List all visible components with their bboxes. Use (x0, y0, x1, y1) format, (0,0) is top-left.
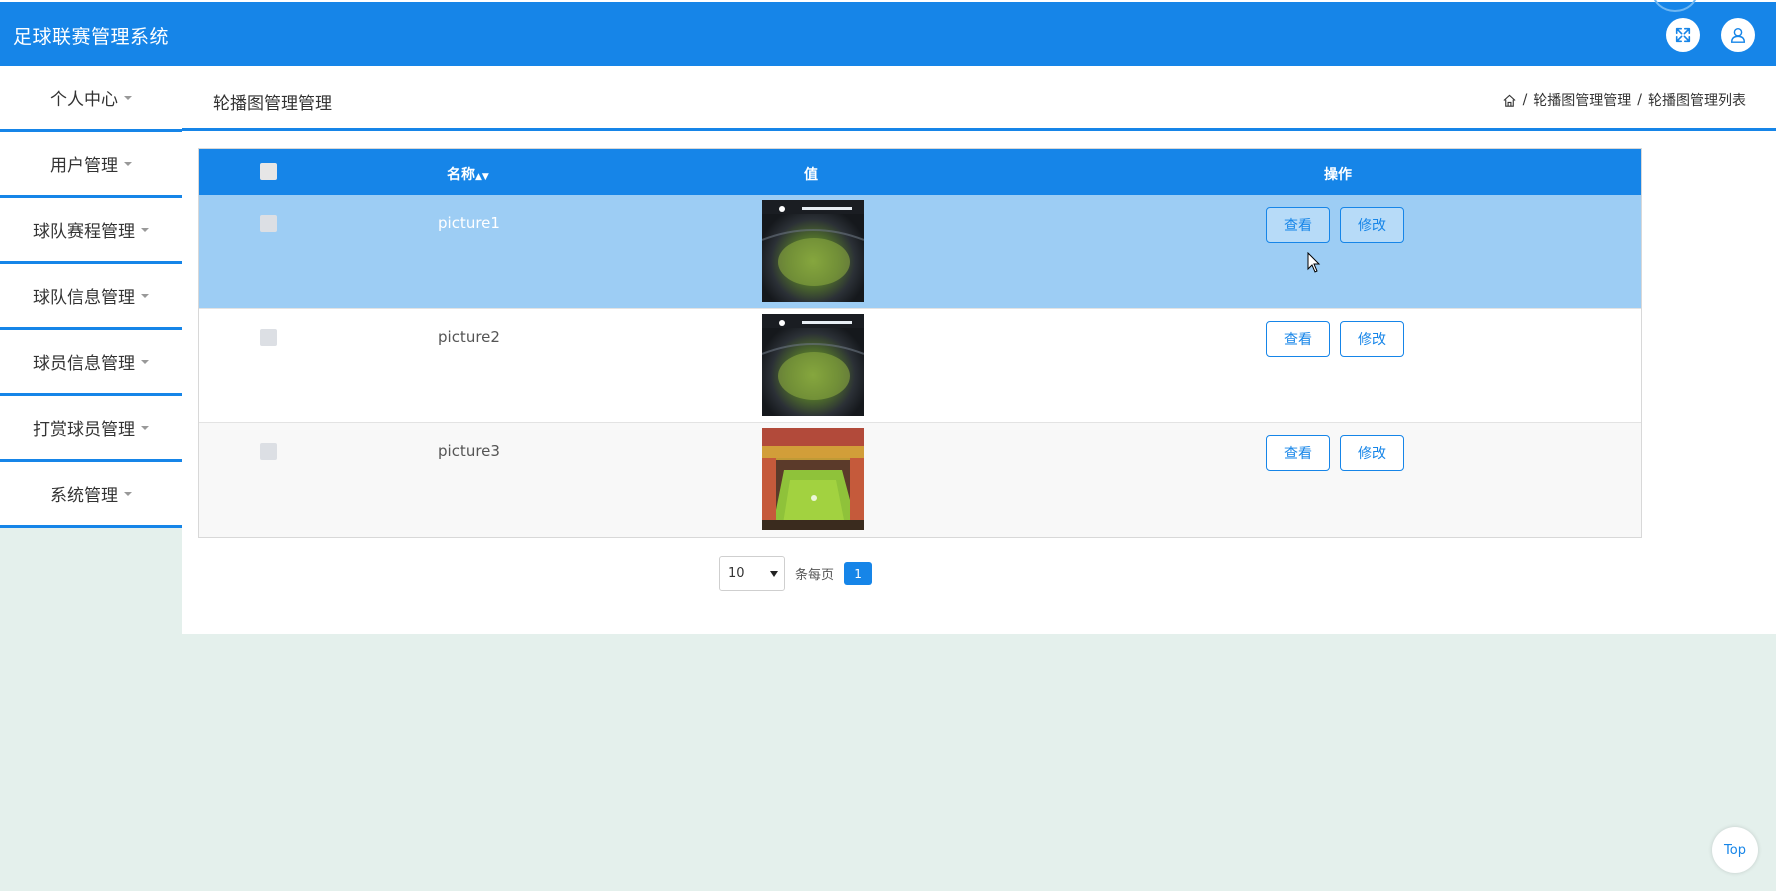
column-header-label: 名称 (447, 167, 475, 183)
sidebar-item-team-schedule[interactable]: 球队赛程管理 (0, 198, 182, 264)
view-button[interactable]: 查看 (1266, 321, 1330, 357)
stadium-day-image (762, 428, 864, 530)
sidebar-item-label: 球员信息管理 (33, 354, 135, 374)
row-name: picture1 (438, 214, 500, 232)
row-name: picture2 (438, 328, 500, 346)
fullscreen-button[interactable] (1666, 18, 1700, 52)
column-header-name[interactable]: 名称▲▼ (447, 164, 489, 184)
sidebar-item-user-management[interactable]: 用户管理 (0, 132, 182, 198)
header-decoration (1652, 0, 1698, 12)
row-checkbox[interactable] (260, 215, 277, 232)
select-all-checkbox[interactable] (260, 163, 277, 180)
stadium-night-image (762, 200, 864, 302)
page-number-button[interactable]: 1 (844, 562, 873, 585)
column-header-ops: 操作 (1324, 167, 1352, 183)
edit-button[interactable]: 修改 (1340, 207, 1404, 243)
edit-button[interactable]: 修改 (1340, 321, 1404, 357)
sidebar-item-personal-center[interactable]: 个人中心 (0, 66, 182, 132)
pagination: 10 条每页 1 (719, 556, 873, 591)
column-header-value: 值 (804, 167, 818, 183)
view-button[interactable]: 查看 (1266, 207, 1330, 243)
table-header: 名称▲▼ 值 操作 (199, 149, 1641, 195)
data-table: 名称▲▼ 值 操作 picture1 查看 修改 picture2 查看 修改 … (198, 148, 1642, 538)
breadcrumb-level1[interactable]: 轮播图管理管理 (1533, 90, 1631, 110)
sidebar-item-label: 个人中心 (50, 90, 118, 110)
sidebar: 个人中心 用户管理 球队赛程管理 球队信息管理 球员信息管理 打赏球员管理 系统… (0, 66, 182, 528)
sidebar-item-label: 用户管理 (50, 156, 118, 176)
page-title: 轮播图管理管理 (213, 94, 332, 114)
back-to-top-button[interactable]: Top (1712, 827, 1758, 873)
caret-down-icon (124, 491, 132, 496)
sidebar-item-label: 系统管理 (50, 486, 118, 506)
caret-down-icon (124, 161, 132, 166)
chevron-down-icon (770, 570, 778, 577)
breadcrumb-separator: / (1522, 92, 1528, 108)
sidebar-item-label: 打赏球员管理 (33, 420, 135, 440)
page-header: 轮播图管理管理 / 轮播图管理管理 / 轮播图管理列表 (182, 66, 1776, 131)
table-row[interactable]: picture3 查看 修改 (199, 423, 1641, 537)
table-row[interactable]: picture2 查看 修改 (199, 309, 1641, 423)
page-size-value: 10 (728, 566, 745, 581)
caret-down-icon (141, 425, 149, 430)
top-header: 足球联赛管理系统 (0, 0, 1776, 66)
sidebar-item-team-info[interactable]: 球队信息管理 (0, 264, 182, 330)
caret-down-icon (141, 227, 149, 232)
expand-arrows-icon (1675, 27, 1691, 43)
mouse-cursor-icon (1307, 252, 1321, 273)
stadium-night-image (762, 314, 864, 416)
breadcrumb-level2: 轮播图管理列表 (1648, 93, 1746, 109)
caret-down-icon (141, 293, 149, 298)
caret-down-icon (141, 359, 149, 364)
breadcrumb-separator: / (1637, 92, 1642, 108)
table-row[interactable]: picture1 查看 修改 (199, 195, 1641, 309)
page-size-select[interactable]: 10 (719, 556, 785, 591)
sidebar-item-player-info[interactable]: 球员信息管理 (0, 330, 182, 396)
caret-down-icon (124, 95, 132, 100)
edit-button[interactable]: 修改 (1340, 435, 1404, 471)
sort-icon: ▲▼ (475, 172, 489, 182)
sidebar-item-player-tips[interactable]: 打赏球员管理 (0, 396, 182, 462)
row-checkbox[interactable] (260, 443, 277, 460)
sidebar-item-system[interactable]: 系统管理 (0, 462, 182, 528)
home-icon[interactable] (1502, 93, 1517, 108)
user-button[interactable] (1721, 18, 1755, 52)
main-panel: 轮播图管理管理 / 轮播图管理管理 / 轮播图管理列表 名称▲▼ 值 操作 pi… (182, 66, 1776, 634)
per-page-label: 条每页 (795, 568, 835, 583)
app-title: 足球联赛管理系统 (13, 26, 170, 48)
sidebar-item-label: 球队信息管理 (33, 288, 135, 308)
row-name: picture3 (438, 442, 500, 460)
user-icon (1730, 27, 1746, 43)
view-button[interactable]: 查看 (1266, 435, 1330, 471)
row-checkbox[interactable] (260, 329, 277, 346)
breadcrumb: / 轮播图管理管理 / 轮播图管理列表 (1502, 90, 1746, 110)
sidebar-item-label: 球队赛程管理 (33, 222, 135, 242)
